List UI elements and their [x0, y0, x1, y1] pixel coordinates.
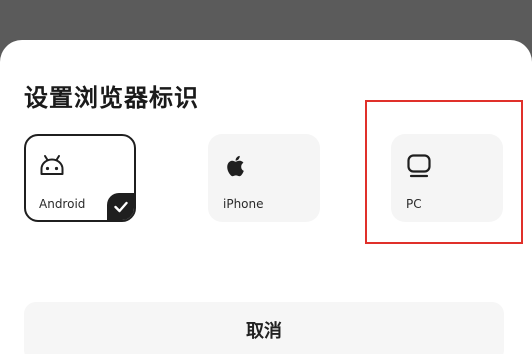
option-android[interactable]: Android: [24, 134, 136, 222]
android-icon: [38, 152, 66, 180]
option-iphone[interactable]: iPhone: [208, 134, 320, 222]
option-pc-label: PC: [406, 197, 422, 211]
option-android-label: Android: [39, 197, 86, 211]
option-iphone-label: iPhone: [223, 197, 264, 211]
option-pc[interactable]: PC: [391, 134, 503, 222]
monitor-icon: [405, 152, 433, 180]
sheet-title: 设置浏览器标识: [24, 84, 199, 112]
browser-identity-sheet: 设置浏览器标识 Android iPhone PC 取消: [0, 40, 532, 354]
cancel-button[interactable]: 取消: [24, 302, 504, 354]
screen: 设置浏览器标识 Android iPhone PC 取消: [0, 0, 532, 354]
selected-check-icon: [107, 193, 134, 220]
apple-icon: [222, 152, 250, 180]
